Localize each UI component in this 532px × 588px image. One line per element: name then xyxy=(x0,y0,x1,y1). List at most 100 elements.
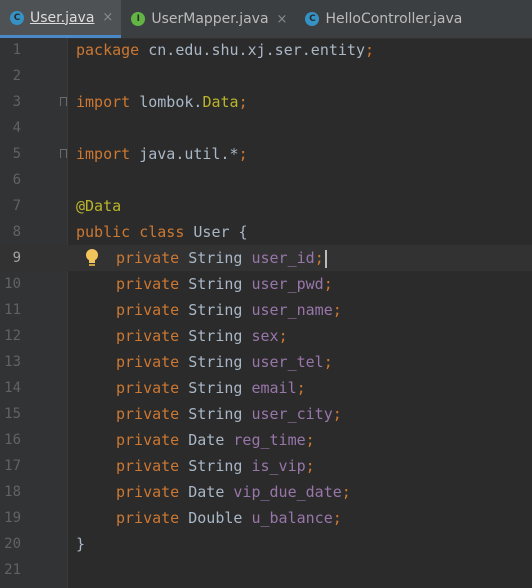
code-token: User { xyxy=(184,223,248,241)
code-token: private xyxy=(116,327,180,345)
line-number: 7 xyxy=(12,198,21,214)
code-token: ; xyxy=(296,379,306,397)
code-text: private String user_pwd; xyxy=(116,271,333,297)
code-editor[interactable]: 1 package cn.edu.shu.xj.ser.entity; 2 3 impo… xyxy=(0,38,532,588)
line-number: 17 xyxy=(4,458,21,474)
code-token: String xyxy=(179,405,252,423)
code-token: email xyxy=(251,379,297,397)
code-token: private xyxy=(116,483,180,501)
code-token: import xyxy=(76,93,131,111)
text-caret xyxy=(324,249,327,268)
code-token: ; xyxy=(238,93,248,111)
tab-label: UserMapper.java xyxy=(151,11,269,27)
interface-icon: I xyxy=(131,12,146,26)
code-line[interactable]: 18 private Date vip_due_date; xyxy=(0,479,532,505)
tab-hellocontroller-java[interactable]: C HelloController.java xyxy=(295,0,470,38)
code-token: private xyxy=(116,457,180,475)
code-token: ; xyxy=(305,431,315,449)
line-number: 13 xyxy=(4,354,21,370)
code-text: private String is_vip; xyxy=(116,453,315,479)
code-text: private String sex; xyxy=(116,323,288,349)
code-text: } xyxy=(76,531,85,557)
tab-usermapper-java[interactable]: I UserMapper.java × xyxy=(121,0,295,38)
code-token: private xyxy=(116,379,180,397)
code-line[interactable]: 13 private String user_tel; xyxy=(0,349,532,375)
code-text: private Date reg_time; xyxy=(116,427,315,453)
line-number: 8 xyxy=(12,224,21,240)
code-line[interactable]: 7 @Data xyxy=(0,193,532,219)
code-line[interactable]: 8 public class User { xyxy=(0,219,532,245)
code-token: private xyxy=(116,249,180,267)
code-line[interactable]: 21 xyxy=(0,557,532,583)
code-token: @Data xyxy=(76,197,122,215)
code-token: cn.edu.shu.xj.ser.entity xyxy=(139,41,365,59)
code-token: Date xyxy=(179,483,234,501)
code-token: String xyxy=(179,275,252,293)
code-line[interactable]: 11 private String user_name; xyxy=(0,297,532,323)
code-line[interactable]: 4 xyxy=(0,115,532,141)
code-token: ; xyxy=(341,483,351,501)
code-line[interactable]: 5 import java.util.*; xyxy=(0,141,532,167)
code-line[interactable]: 10 private String user_pwd; xyxy=(0,271,532,297)
code-line[interactable]: 9 private String user_id; xyxy=(0,245,532,271)
line-number: 3 xyxy=(12,94,21,110)
code-token: ; xyxy=(314,249,324,267)
code-token: ; xyxy=(332,405,342,423)
code-token: } xyxy=(76,535,86,553)
close-icon[interactable]: × xyxy=(102,10,113,25)
code-text: private Double u_balance; xyxy=(116,505,342,531)
code-token: u_balance xyxy=(251,509,333,527)
line-number: 5 xyxy=(12,146,21,162)
code-text: private String user_tel; xyxy=(116,349,333,375)
code-token: ; xyxy=(365,41,375,59)
code-token: user_pwd xyxy=(251,275,324,293)
code-text: private String user_name; xyxy=(116,297,342,323)
code-token: ; xyxy=(278,327,288,345)
code-token: ; xyxy=(332,509,342,527)
lightbulb-icon[interactable] xyxy=(84,248,100,268)
line-number: 9 xyxy=(12,250,21,266)
class-icon: C xyxy=(10,10,24,25)
close-icon[interactable]: × xyxy=(277,12,288,27)
code-token: vip_due_date xyxy=(233,483,342,501)
line-number: 2 xyxy=(12,68,21,84)
code-line[interactable]: 14 private String email; xyxy=(0,375,532,401)
code-line[interactable]: 19 private Double u_balance; xyxy=(0,505,532,531)
line-number: 12 xyxy=(4,328,21,344)
code-line[interactable]: 15 private String user_city; xyxy=(0,401,532,427)
code-token: String xyxy=(179,353,252,371)
fold-icon[interactable] xyxy=(60,97,67,106)
code-line[interactable]: 12 private String sex; xyxy=(0,323,532,349)
line-number: 11 xyxy=(4,302,21,318)
tab-label: HelloController.java xyxy=(325,11,463,27)
code-token: private xyxy=(116,353,180,371)
code-line[interactable]: 17 private String is_vip; xyxy=(0,453,532,479)
code-token: ; xyxy=(332,301,342,319)
line-number: 16 xyxy=(4,432,21,448)
code-line[interactable]: 2 xyxy=(0,63,532,89)
code-token: lombok. xyxy=(130,93,203,111)
code-line[interactable]: 1 package cn.edu.shu.xj.ser.entity; xyxy=(0,37,532,63)
code-text: private String user_id; xyxy=(116,245,327,271)
line-number: 20 xyxy=(4,536,21,552)
code-token: String xyxy=(179,379,252,397)
line-number: 14 xyxy=(4,380,21,396)
fold-icon[interactable] xyxy=(60,149,67,158)
code-token: private xyxy=(116,301,180,319)
tab-user-java[interactable]: C User.java × xyxy=(0,0,122,38)
code-line[interactable]: 16 private Date reg_time; xyxy=(0,427,532,453)
line-number: 10 xyxy=(4,276,21,292)
code-token: Data xyxy=(202,93,239,111)
code-token: ; xyxy=(323,353,333,371)
code-text: import java.util.*; xyxy=(76,141,248,167)
code-text: private Date vip_due_date; xyxy=(116,479,351,505)
code-line[interactable]: 6 xyxy=(0,167,532,193)
code-line[interactable]: 3 import lombok.Data; xyxy=(0,89,532,115)
code-token: Double xyxy=(179,509,252,527)
code-token: private xyxy=(116,509,180,527)
line-number: 6 xyxy=(12,172,21,188)
code-line[interactable]: 20} xyxy=(0,531,532,557)
code-text: private String email; xyxy=(116,375,306,401)
code-token: ; xyxy=(238,145,248,163)
